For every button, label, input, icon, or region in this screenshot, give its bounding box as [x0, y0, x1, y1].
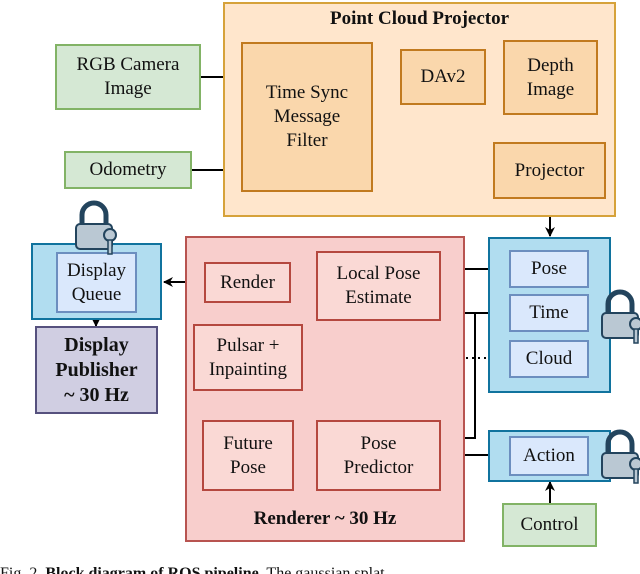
pulsar-inpainting-node: Pulsar + Inpainting — [193, 324, 303, 391]
dav2-node: DAv2 — [400, 49, 486, 105]
time-sync-line3: Filter — [286, 129, 328, 151]
display-publisher-node: Display Publisher ~ 30 Hz — [35, 326, 158, 414]
pose-predictor-line1: Pose — [360, 432, 397, 454]
cloud-slot-label: Cloud — [525, 348, 573, 370]
odometry-node: Odometry — [64, 151, 192, 189]
odometry-label: Odometry — [89, 159, 167, 181]
display-publisher-line2: Publisher — [55, 358, 138, 381]
display-publisher-line3: ~ 30 Hz — [64, 383, 129, 406]
depth-image-line1: Depth — [527, 54, 574, 76]
pulsar-line1: Pulsar + — [216, 334, 280, 356]
display-queue-line1: Display — [66, 259, 127, 281]
future-pose-line2: Pose — [230, 456, 266, 478]
control-label: Control — [520, 514, 579, 536]
rgb-camera-node: RGB Camera Image — [55, 44, 201, 110]
depth-image-line2: Image — [526, 78, 575, 100]
point-cloud-projector-title: Point Cloud Projector — [329, 8, 510, 29]
lock-key-icon — [601, 429, 640, 484]
rgb-camera-label-line2: Image — [104, 78, 152, 99]
display-queue-node: Display Queue — [56, 252, 137, 313]
cloud-slot: Cloud — [509, 340, 589, 378]
time-sync-line1: Time Sync — [265, 82, 349, 104]
future-pose-node: Future Pose — [202, 420, 294, 491]
caption-label: Fig. 2. — [0, 565, 42, 574]
time-slot-label: Time — [529, 302, 569, 324]
time-sync-line2: Message — [273, 106, 341, 128]
figure-caption: Fig. 2. Block diagram of ROS pipeline. T… — [0, 562, 640, 574]
rgb-camera-label-line1: RGB Camera — [76, 54, 180, 76]
dav2-label: DAv2 — [420, 66, 466, 88]
local-pose-estimate-node: Local Pose Estimate — [316, 251, 441, 321]
time-sync-filter-node: Time Sync Message Filter — [241, 42, 373, 192]
depth-image-node: Depth Image — [503, 40, 598, 115]
display-publisher-line1: Display — [64, 333, 129, 356]
time-slot: Time — [509, 294, 589, 332]
render-label: Render — [220, 271, 275, 293]
pulsar-line2: Inpainting — [208, 358, 288, 380]
pose-predictor-line2: Predictor — [343, 456, 414, 478]
local-pose-line2: Estimate — [345, 287, 412, 308]
pose-slot: Pose — [509, 250, 589, 288]
control-node: Control — [502, 503, 597, 547]
lock-key-icon — [75, 200, 117, 255]
display-queue-line2: Queue — [71, 283, 122, 305]
projector-label: Projector — [514, 159, 585, 181]
caption-bold: Block diagram of ROS pipeline. — [45, 565, 263, 574]
future-pose-line1: Future — [223, 432, 273, 454]
action-slot-label: Action — [523, 445, 575, 467]
local-pose-line1: Local Pose — [336, 263, 421, 285]
pose-predictor-node: Pose Predictor — [316, 420, 441, 491]
caption-rest: The gaussian splat ... — [266, 565, 401, 574]
renderer-title: Renderer ~ 30 Hz — [253, 508, 397, 529]
action-slot: Action — [509, 436, 589, 476]
projector-node: Projector — [493, 142, 606, 199]
render-node: Render — [204, 262, 291, 303]
pose-slot-label: Pose — [531, 258, 567, 280]
lock-key-icon — [601, 289, 640, 344]
